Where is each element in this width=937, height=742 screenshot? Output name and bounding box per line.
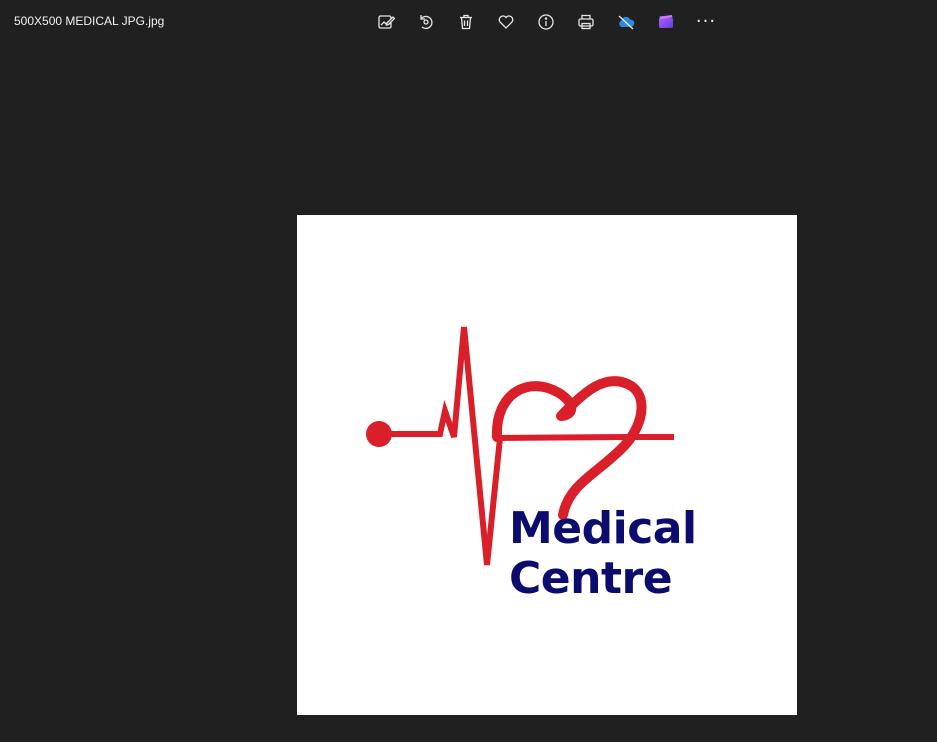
info-button[interactable] — [526, 8, 566, 36]
clipchamp-icon — [657, 13, 675, 31]
delete-button[interactable] — [446, 8, 486, 36]
edit-image-button[interactable] — [366, 8, 406, 36]
print-button[interactable] — [566, 8, 606, 36]
logo-text-centre: Centre — [509, 553, 673, 604]
heart-outline — [491, 376, 647, 520]
cloud-sync-off-icon — [617, 13, 635, 31]
displayed-image: Medical Centre — [297, 215, 797, 715]
cloud-sync-button[interactable] — [606, 8, 646, 36]
photos-viewer-window: 500X500 MEDICAL JPG.jpg ··· Medical Cent… — [0, 0, 937, 742]
rotate-icon — [417, 13, 435, 31]
window-title: 500X500 MEDICAL JPG.jpg — [14, 14, 165, 28]
favorite-heart-icon — [497, 13, 515, 31]
clipchamp-button[interactable] — [646, 8, 686, 36]
edit-image-icon — [377, 13, 395, 31]
logo-text-medical: Medical — [509, 503, 697, 554]
print-icon — [577, 13, 595, 31]
more-options-icon: ··· — [695, 11, 717, 32]
toolbar: ··· — [366, 8, 726, 36]
delete-icon — [457, 13, 475, 31]
medical-logo-graphic — [366, 326, 674, 566]
more-options-button[interactable]: ··· — [686, 8, 726, 36]
info-icon — [537, 13, 555, 31]
favorite-button[interactable] — [486, 8, 526, 36]
rotate-button[interactable] — [406, 8, 446, 36]
